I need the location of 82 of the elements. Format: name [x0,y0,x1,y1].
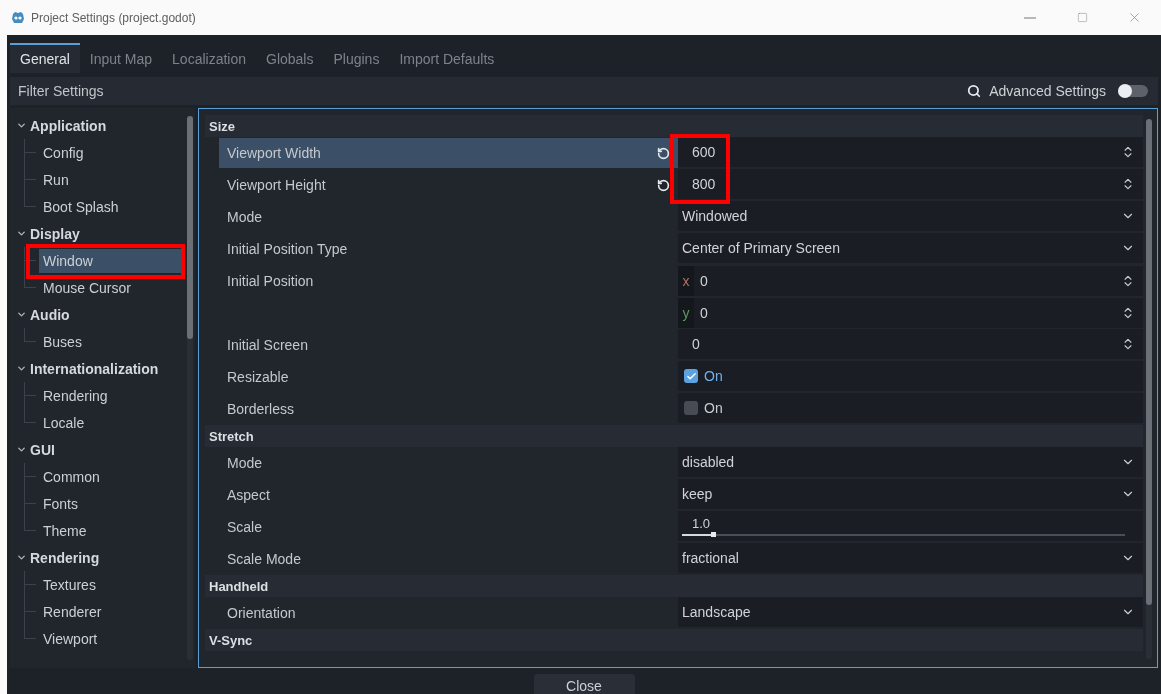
tab[interactable]: Input Map [79,43,163,73]
slider-handle[interactable] [711,532,716,537]
revert-icon[interactable] [657,146,670,160]
number-field[interactable]: 600 [678,137,1143,167]
chevron-down-icon[interactable] [16,444,27,455]
property-label: Initial Position Type [227,241,348,257]
number-field[interactable]: y 0 [678,298,1143,328]
property-label: Resizable [227,369,289,385]
checkbox-label: On [704,368,723,384]
tree-group-label[interactable]: Internationalization [30,360,159,377]
tree-item[interactable]: Config [39,140,181,165]
tree-item[interactable]: Renderer [39,599,181,624]
dropdown[interactable]: keep [678,479,1143,509]
tree-item[interactable]: Fonts [39,491,181,516]
tab[interactable]: Import Defaults [389,43,505,73]
window-title: Project Settings (project.godot) [31,10,197,25]
tree-group-label[interactable]: Audio [30,306,70,323]
checkbox[interactable] [684,401,698,415]
number-field[interactable]: 800 [678,169,1143,199]
property-label: Mode [227,209,263,225]
dropdown[interactable]: Windowed [678,201,1143,231]
scrollbar[interactable] [1146,119,1152,659]
dropdown[interactable]: Landscape [678,597,1143,627]
property-label: Initial Screen [227,337,308,353]
property-label: Mode [227,455,263,471]
dropdown[interactable]: Center of Primary Screen [678,233,1143,263]
scrollbar[interactable] [187,116,193,660]
tree-item[interactable]: Locale [39,410,181,435]
tab[interactable]: Plugins [323,43,390,73]
tree-group-label[interactable]: Rendering [30,549,100,566]
advanced-settings-label: Advanced Settings [989,83,1106,99]
tree-group-label[interactable]: GUI [30,441,55,458]
tree-item[interactable]: Boot Splash [39,194,181,219]
property-label: Orientation [227,605,296,621]
tab[interactable]: Globals [256,43,324,73]
tree-item[interactable]: Buses [39,329,181,354]
tree-item[interactable]: Common [39,464,181,489]
filter-bar[interactable]: Filter Settings Advanced Settings [10,77,1158,105]
property-label: Viewport Height [227,177,326,193]
tree-item[interactable]: Theme [39,518,181,543]
property-label: Viewport Width [227,145,321,161]
checkbox[interactable] [684,369,698,383]
section-header: Size [205,115,1143,137]
number-field[interactable]: 0 [678,329,1143,359]
chevron-down-icon[interactable] [16,228,27,239]
search-icon [967,84,982,98]
axis-label: x [678,266,694,296]
close-dialog-button[interactable]: Close [533,674,635,694]
axis-label: y [678,298,694,328]
tree-item[interactable]: Mouse Cursor [39,275,181,300]
chevron-down-icon[interactable] [16,309,27,320]
number-field[interactable]: x 0 [678,266,1143,296]
chevron-down-icon[interactable] [16,120,27,131]
tree-item[interactable]: Viewport [39,626,181,651]
tree-item[interactable]: Window [39,248,181,273]
minimize-icon [1024,16,1036,19]
tree-item[interactable]: Textures [39,572,181,597]
section-header: Handheld [205,575,1143,597]
tab[interactable]: General [10,43,80,73]
property-label: Aspect [227,487,270,503]
property-label: Borderless [227,401,294,417]
maximize-icon [1076,12,1088,23]
property-label: Initial Position [227,273,314,289]
dropdown[interactable]: fractional [678,543,1143,573]
section-header: Stretch [205,425,1143,447]
chevron-down-icon[interactable] [16,552,27,563]
property-label: Scale [227,519,263,535]
app-logo-icon [11,11,25,24]
filter-field[interactable]: Filter Settings [10,77,968,105]
tree-group-label[interactable]: Application [30,117,107,134]
tree-item[interactable]: Run [39,167,181,192]
tree-group-label[interactable]: Display [30,225,80,242]
slider[interactable]: 1.0 [678,511,1143,541]
tab[interactable]: Localization [162,43,256,73]
tree-item[interactable]: Rendering [39,383,181,408]
dropdown[interactable]: disabled [678,447,1143,477]
checkbox-label: On [704,400,723,416]
chevron-down-icon[interactable] [16,363,27,374]
section-header: V-Sync [205,629,1143,651]
property-label: Scale Mode [227,551,301,567]
toggle-switch[interactable] [1118,85,1148,97]
revert-icon[interactable] [657,178,670,192]
